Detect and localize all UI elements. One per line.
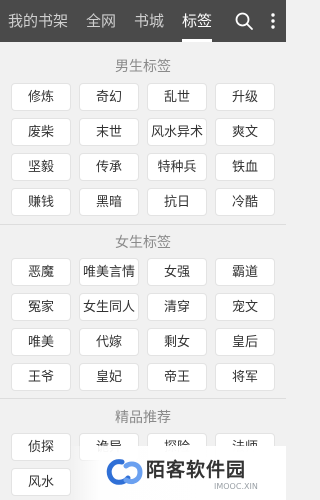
tab-bookshelf[interactable]: 我的书架 xyxy=(8,0,68,42)
watermark-logo-icon xyxy=(104,456,144,490)
active-tab-indicator xyxy=(182,39,212,42)
tag-button[interactable]: 废柴 xyxy=(11,118,71,146)
tag-button[interactable]: 传承 xyxy=(79,153,139,181)
section-title-female-tags: 女生标签 xyxy=(115,235,171,251)
tag-button[interactable]: 唯美 xyxy=(11,328,71,356)
top-nav-bar: 我的书架 全网 书城 标签 xyxy=(0,0,286,42)
tab-all-web[interactable]: 全网 xyxy=(86,0,116,42)
section-divider xyxy=(0,398,286,399)
more-vertical-icon[interactable] xyxy=(263,11,283,31)
watermark-title: 陌客软件园 xyxy=(146,459,247,481)
tag-button[interactable]: 王爷 xyxy=(11,363,71,391)
tag-button[interactable]: 帝王 xyxy=(147,363,207,391)
tag-button[interactable]: 霸道 xyxy=(215,258,275,286)
tag-button[interactable]: 爽文 xyxy=(215,118,275,146)
tag-button[interactable]: 皇后 xyxy=(215,328,275,356)
tag-button[interactable]: 皇妃 xyxy=(79,363,139,391)
tag-button[interactable]: 奇幻 xyxy=(79,83,139,111)
tag-button[interactable]: 修炼 xyxy=(11,83,71,111)
tag-button[interactable]: 特种兵 xyxy=(147,153,207,181)
section-divider xyxy=(0,224,286,225)
tag-button[interactable]: 赚钱 xyxy=(11,188,71,216)
tab-bookstore[interactable]: 书城 xyxy=(134,0,164,42)
section-title-recommended: 精品推荐 xyxy=(115,410,171,426)
watermark-subtitle: IMOOC.XIN xyxy=(214,482,258,491)
tag-button[interactable]: 升级 xyxy=(215,83,275,111)
tag-button[interactable]: 代嫁 xyxy=(79,328,139,356)
tag-button[interactable]: 抗日 xyxy=(147,188,207,216)
watermark: 陌客软件园 IMOOC.XIN xyxy=(100,452,286,496)
tag-button[interactable]: 坚毅 xyxy=(11,153,71,181)
tag-button[interactable]: 女强 xyxy=(147,258,207,286)
tag-button[interactable]: 末世 xyxy=(79,118,139,146)
tag-button[interactable]: 将军 xyxy=(215,363,275,391)
tag-button[interactable]: 宠文 xyxy=(215,293,275,321)
tag-button[interactable]: 黑暗 xyxy=(79,188,139,216)
tab-tags[interactable]: 标签 xyxy=(182,0,212,42)
section-title-male-tags: 男生标签 xyxy=(115,59,171,75)
tag-button[interactable]: 唯美言情 xyxy=(79,258,139,286)
tag-button[interactable]: 冤家 xyxy=(11,293,71,321)
tag-button[interactable]: 冷酷 xyxy=(215,188,275,216)
tag-button[interactable]: 清穿 xyxy=(147,293,207,321)
tag-button[interactable]: 乱世 xyxy=(147,83,207,111)
search-icon[interactable] xyxy=(234,11,254,31)
tag-button[interactable]: 女生同人 xyxy=(79,293,139,321)
tag-button[interactable]: 剩女 xyxy=(147,328,207,356)
tag-button[interactable]: 风水异术 xyxy=(147,118,207,146)
tag-button[interactable]: 恶魔 xyxy=(11,258,71,286)
tag-button[interactable]: 铁血 xyxy=(215,153,275,181)
